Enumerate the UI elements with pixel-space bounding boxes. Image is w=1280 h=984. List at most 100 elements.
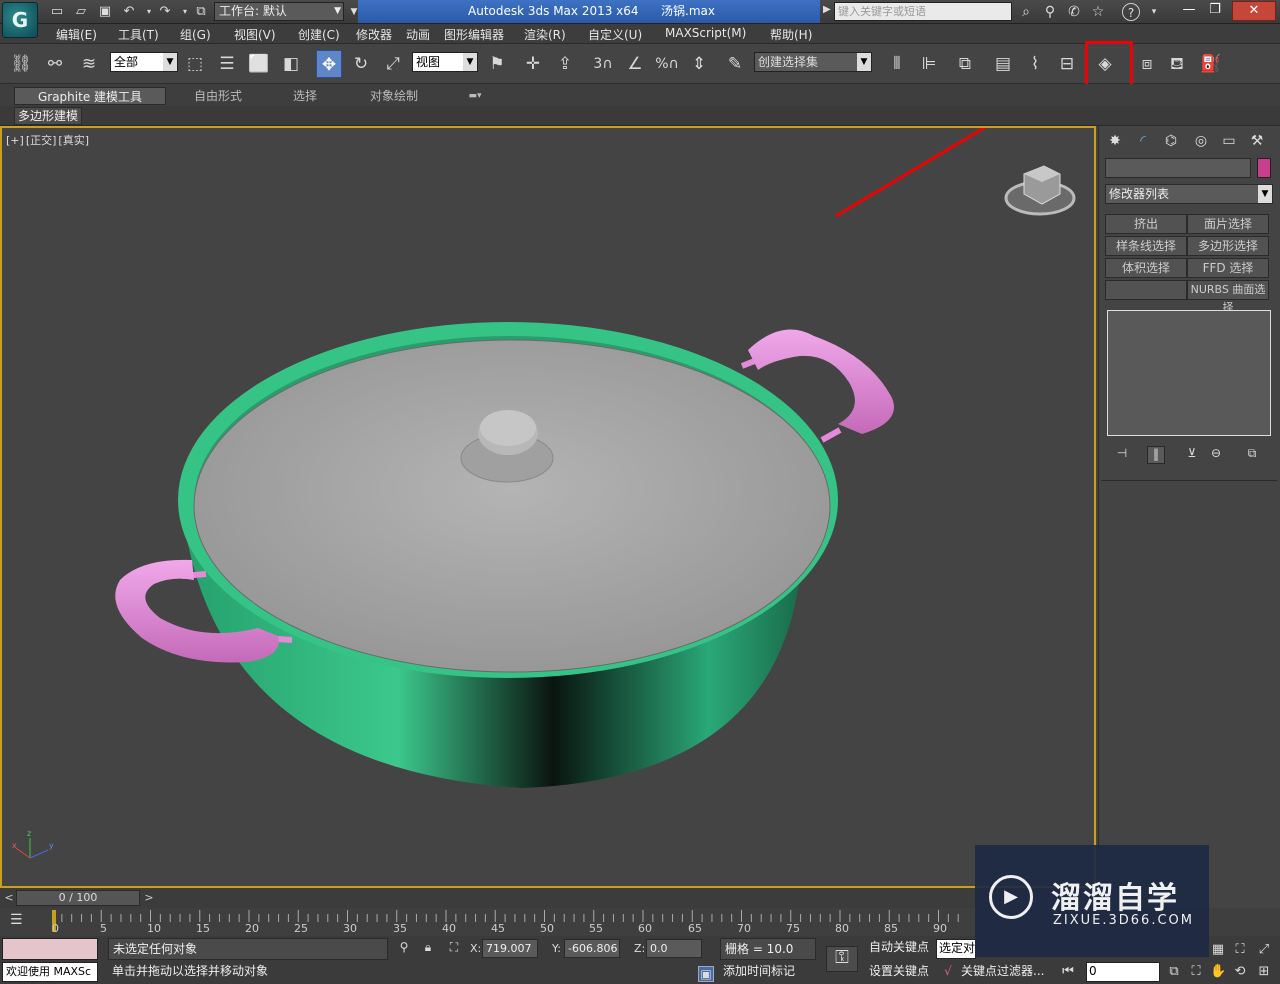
set-key-icon[interactable]: ⚿ (826, 946, 858, 972)
keyboard-shortcut-override-icon[interactable]: ⇪ (552, 50, 578, 78)
key-search-icon[interactable]: ⚲ (1040, 3, 1060, 21)
graphite-toggle-icon[interactable]: ▤ (990, 50, 1016, 78)
maxscript-listener-mini[interactable] (2, 938, 98, 960)
menu-animation[interactable]: 动画 (406, 26, 430, 43)
link-icon[interactable]: ⛓ (8, 50, 34, 78)
set-key-button[interactable]: 设置关键点 (866, 962, 936, 982)
maximize-viewport-icon[interactable]: ⊞ (1256, 964, 1272, 980)
key-filters-button[interactable]: 关键点过滤器... (958, 962, 1054, 982)
save-file-icon[interactable]: ▣ (96, 3, 114, 21)
render-setup-icon[interactable]: ⧈ (1134, 50, 1160, 78)
viewcube-icon[interactable] (1004, 165, 1076, 216)
window-crossing-icon[interactable]: ◧ (278, 50, 304, 78)
show-end-result-icon[interactable]: ‖ (1147, 446, 1165, 464)
z-coordinate-field[interactable]: 0.0 (646, 939, 702, 958)
spinner-snap-icon[interactable]: ⇕ (686, 50, 712, 78)
selected-dropdown[interactable]: 选定对 (936, 939, 976, 959)
rendered-frame-window-icon[interactable]: ⛾ (1164, 50, 1190, 78)
auto-key-button[interactable]: 自动关键点 (866, 938, 936, 958)
menu-tools[interactable]: 工具(T) (118, 26, 159, 43)
pot-lid[interactable] (193, 339, 831, 673)
current-frame-field[interactable]: 0 (1086, 962, 1160, 982)
x-coordinate-field[interactable]: 719.007 (482, 939, 538, 958)
restore-icon[interactable]: ❐ (1202, 1, 1228, 21)
select-manipulate-icon[interactable]: ✛ (520, 50, 546, 78)
time-slider-thumb[interactable]: 0 / 100 (16, 890, 140, 906)
render-production-icon[interactable]: ⛽ (1198, 50, 1224, 78)
zoom-extents-all-icon[interactable]: ⛶ (1232, 942, 1248, 958)
goto-start-icon[interactable]: ⏮ (1060, 964, 1076, 980)
y-coordinate-field[interactable]: -606.806 (564, 939, 620, 958)
mini-curve-editor-icon[interactable]: ☰ (10, 912, 23, 928)
menu-customize[interactable]: 自定义(U) (588, 26, 642, 43)
object-name-field[interactable] (1105, 158, 1251, 178)
pivot-center-icon[interactable]: ⚑ (484, 50, 510, 78)
align-icon[interactable]: ⊫ (916, 50, 942, 78)
remove-modifier-icon[interactable]: ⊖ (1207, 446, 1225, 464)
create-tab-icon[interactable]: ✸ (1103, 130, 1127, 152)
isolate-selection-icon[interactable]: ⚲ (396, 940, 412, 956)
absolute-mode-icon[interactable]: ⛶ (446, 940, 462, 956)
menu-views[interactable]: 视图(V) (234, 26, 276, 43)
selection-filter-dropdown[interactable]: 全部 ▼ (110, 52, 178, 72)
unlink-icon[interactable]: ⚯ (42, 50, 68, 78)
edit-named-selection-icon[interactable]: ✎ (722, 50, 748, 78)
menu-edit[interactable]: 编辑(E) (56, 26, 97, 43)
redo-icon[interactable]: ↷ (156, 3, 174, 21)
select-and-move-icon[interactable]: ✥ (316, 50, 342, 78)
layer-manager-icon[interactable]: ⧉ (952, 50, 978, 78)
menu-help[interactable]: 帮助(H) (770, 26, 812, 43)
time-next-icon[interactable]: > (142, 890, 156, 906)
mirror-icon[interactable]: ⫴ (884, 50, 910, 78)
zoom-extents-icon[interactable]: ⛶ (1188, 964, 1204, 980)
close-icon[interactable]: ✕ (1232, 1, 1276, 21)
search-input[interactable]: 键入关键字或短语 (834, 2, 1012, 21)
select-and-scale-icon[interactable]: ⤢ (380, 50, 406, 78)
tab-object-paint[interactable]: 对象绘制 (352, 87, 436, 105)
empty-modifier-button[interactable] (1105, 280, 1187, 300)
motion-tab-icon[interactable]: ◎ (1189, 130, 1213, 152)
time-tag-icon[interactable]: ▣ (698, 966, 714, 982)
maxscript-welcome[interactable]: 欢迎使用 MAXSc (2, 962, 98, 982)
workspace-dropdown[interactable]: 工作台: 默认 ▼ (214, 2, 344, 21)
percent-snap-icon[interactable]: %∩ (654, 50, 680, 78)
volume-select-button[interactable]: 体积选择 (1105, 258, 1187, 278)
hierarchy-tab-icon[interactable]: ⌬ (1159, 130, 1183, 152)
extrude-button[interactable]: 挤出 (1105, 214, 1187, 234)
menu-rendering[interactable]: 渲染(R) (524, 26, 566, 43)
communication-center-icon[interactable]: ✆ (1064, 3, 1084, 21)
pan-view-icon[interactable]: ✋ (1210, 964, 1226, 980)
help-icon[interactable]: ? (1122, 3, 1140, 21)
project-folder-icon[interactable]: ⧉ (192, 3, 210, 21)
angle-snap-icon[interactable]: ∠ (622, 50, 648, 78)
tab-graphite-modeling[interactable]: Graphite 建模工具 (14, 87, 166, 105)
select-by-name-icon[interactable]: ☰ (214, 50, 240, 78)
orbit-icon[interactable]: ⟲ (1232, 964, 1248, 980)
polygon-modeling-panel[interactable]: 多边形建模 (14, 107, 83, 125)
selection-lock-icon[interactable]: 🔒︎ (420, 940, 436, 956)
field-of-view-icon[interactable]: ⤢ (1256, 942, 1272, 958)
select-object-icon[interactable]: ⬚ (182, 50, 208, 78)
tab-selection[interactable]: 选择 (270, 87, 340, 105)
open-file-icon[interactable]: ▱ (72, 3, 90, 21)
minimize-icon[interactable]: — (1176, 1, 1202, 21)
poly-select-button[interactable]: 多边形选择 (1187, 236, 1269, 256)
tab-freeform[interactable]: 自由形式 (178, 87, 258, 105)
perspective-viewport[interactable]: [+] [正交] [真实] z x y (0, 126, 1096, 888)
menu-group[interactable]: 组(G) (180, 26, 211, 43)
undo-icon[interactable]: ↶ (120, 3, 138, 21)
ffd-select-button[interactable]: FFD 选择 (1187, 258, 1269, 278)
snap-toggle-icon[interactable]: 3∩ (590, 50, 616, 78)
time-prev-icon[interactable]: < (2, 890, 16, 906)
modifier-stack[interactable] (1107, 310, 1271, 436)
schematic-view-icon[interactable]: ⊟ (1054, 50, 1080, 78)
bind-spacewarp-icon[interactable]: ≋ (76, 50, 102, 78)
display-tab-icon[interactable]: ▭ (1217, 130, 1241, 152)
app-logo-icon[interactable]: G (2, 2, 38, 38)
new-file-icon[interactable]: ▭ (48, 3, 66, 21)
named-selection-dropdown[interactable]: 创建选择集 ▼ (754, 52, 872, 72)
menu-create[interactable]: 创建(C) (298, 26, 340, 43)
make-unique-icon[interactable]: ⊻ (1183, 446, 1201, 464)
zoom-all-icon[interactable]: ▦ (1210, 942, 1226, 958)
ribbon-options-icon[interactable]: ▬▾ (462, 87, 488, 105)
